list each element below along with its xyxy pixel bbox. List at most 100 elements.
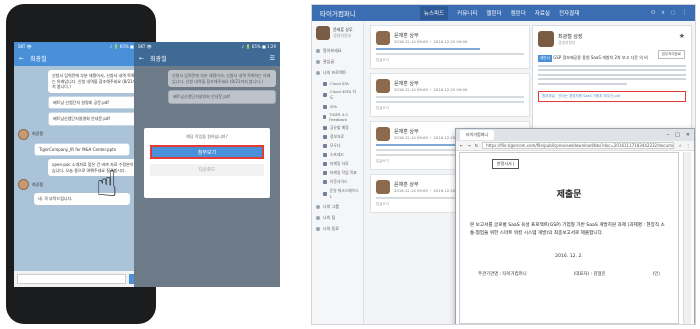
project-item[interactable]: SFA	[323, 104, 359, 109]
file-message[interactable]: 베트남 신앱단지 설명회 공문.pdf	[48, 95, 144, 109]
project-item[interactable]: 스프레드	[323, 152, 359, 158]
nav-item[interactable]: 전자결재	[559, 9, 579, 17]
reload-icon[interactable]: ↻	[475, 143, 478, 148]
chat-title: 최광철	[30, 55, 47, 63]
project-item[interactable]: 운영 워크스페이스 1	[323, 188, 359, 199]
folder-icon	[323, 153, 327, 157]
profile-block[interactable]: 윤재훈 상무 경영지원부	[316, 26, 359, 40]
url-field[interactable]: https://file.tigercom.com/file/publicpre…	[482, 142, 675, 149]
back-arrow-icon[interactable]: ←	[139, 55, 144, 62]
sign-right: (대표자) : 김형진	[573, 272, 606, 277]
text-line	[538, 78, 686, 80]
sidebar-item[interactable]: 관심글	[316, 59, 359, 65]
feed-post[interactable]: 윤재훈 상무 2016.12.14 09:00 ~ 2016.12.20 09:…	[370, 25, 530, 69]
scrollbar[interactable]	[683, 152, 691, 324]
project-label: TIGER 4.0 Feedback	[329, 112, 348, 122]
top-navigation: 타이거컴퍼니 뉴스피드 커뮤니티 캘린더 캠린더 자료실 전자결재 ⚇ ⌕ ◌ …	[312, 5, 695, 21]
folder-icon	[323, 104, 327, 109]
project-item[interactable]: Cloud 4SFA 지도	[323, 89, 359, 101]
folder-icon	[323, 126, 327, 130]
folder-icon	[323, 144, 327, 148]
browser-tab[interactable]: 타이거컴퍼니	[460, 130, 495, 140]
maximize-icon[interactable]: □	[675, 132, 680, 138]
dot-icon	[316, 60, 320, 64]
avatar	[376, 180, 390, 194]
panel-author: 최광철 상장	[558, 33, 583, 40]
sender-name: 최광철	[32, 131, 44, 136]
attachment-link[interactable]: 첨부파일 · 관리는 경영지원 SaaS 가중치 최우선.pdf	[538, 90, 686, 102]
back-arrow-icon[interactable]: ←	[460, 143, 463, 148]
project-label: 모두다	[330, 143, 341, 148]
more-icon[interactable]: ⋮	[682, 10, 688, 17]
doc-date: 2016. 12. 2.	[555, 254, 583, 259]
dot-icon	[316, 205, 320, 209]
menu-icon[interactable]: ⋮	[686, 143, 690, 148]
chat-header: ← 최광철 ☰	[14, 50, 148, 66]
project-item[interactable]: TIGER 4.0 Feedback	[323, 112, 359, 122]
sidebar-item-label: 관심글	[323, 59, 335, 64]
panel-title: GSP 정보제공용 용원 SaaS 개발처 2차 보고 다운 의 비	[553, 55, 648, 60]
reply-link[interactable]: 답글쓰기	[376, 58, 524, 63]
project-item[interactable]: Cloud SFA	[323, 81, 359, 86]
project-item[interactable]: 공유할 예정	[323, 125, 359, 131]
org-chart-icon[interactable]: ⚇	[651, 10, 656, 17]
message-input[interactable]	[17, 274, 126, 284]
chat-message: 신청서 입력란에 부분 채웠어서, 신청서 내역 목록하는 아래입니다. 신청 …	[168, 70, 276, 87]
feed-post[interactable]: 윤재훈 상무 2016.12.14 09:00 ~ 2016.12.20 09:…	[370, 73, 530, 117]
sidebar-item[interactable]: 알아보세요	[316, 48, 359, 54]
doc-tag: 판정사서 |	[492, 159, 520, 169]
nav-item[interactable]: 자료실	[535, 9, 550, 17]
post-line	[376, 96, 524, 98]
nav-item[interactable]: 커뮤니티	[457, 9, 477, 17]
search-icon[interactable]: ⌕	[662, 10, 665, 17]
sidebar-item[interactable]: 나의 팀	[316, 215, 359, 221]
post-author: 윤재훈 상무	[394, 81, 419, 87]
file-message[interactable]: 베트남신앱단지설명회 안내문.pdf	[48, 112, 144, 126]
dot-icon	[316, 71, 320, 75]
post-meta: 2016.12.14 09:00 ~ 2016.12.20 09:00	[394, 87, 468, 92]
project-item[interactable]: 모두다	[323, 143, 359, 149]
star-icon[interactable]: ★	[679, 32, 685, 40]
chat-icon[interactable]: ◌	[671, 10, 676, 17]
brand-logo[interactable]: 타이거컴퍼니	[320, 8, 356, 18]
input-bar: 전송	[14, 271, 148, 287]
back-arrow-icon[interactable]: ←	[19, 55, 24, 62]
sender-row: 최광철	[18, 179, 144, 190]
post-line	[376, 101, 524, 103]
download-button[interactable]: 다운로드	[150, 164, 264, 176]
sender-row: 최광철	[18, 128, 144, 140]
doc-body: 본 보고서를 글로벌 SaaS 육성 프로젝트(GSP) 기업형 가반 SaaS…	[470, 223, 665, 236]
nav-item-newsfeed[interactable]: 뉴스피드	[419, 6, 449, 20]
project-label: 운영 워크스페이스 1	[329, 188, 359, 199]
post-meta: 2016.12.14 09:00 ~ 2016.12.20 09:00	[394, 39, 468, 44]
close-icon[interactable]: ✕	[686, 132, 690, 138]
post-line	[376, 53, 524, 55]
complete-task-button[interactable]: 업무처리완료	[657, 50, 685, 59]
project-item[interactable]: 마케팅 작업 목표	[323, 170, 359, 176]
sidebar-item-label: 나의 프로젝트	[323, 70, 347, 75]
text-line	[538, 82, 627, 85]
text-line	[538, 64, 686, 67]
hamburger-icon[interactable]: ☰	[270, 55, 275, 62]
reply-link[interactable]: 답글쓰기	[376, 106, 524, 111]
panel-dept: 경영지원부	[558, 39, 576, 45]
project-label: 마케팅 작업 목표	[330, 170, 357, 175]
project-item[interactable]: 아웃사이드	[323, 179, 359, 185]
nav-item[interactable]: 캠린더	[511, 9, 526, 17]
nav-item[interactable]: 캘린더	[486, 9, 501, 17]
view-attachment-button[interactable]: 첨부보기	[150, 145, 264, 159]
category-badge: 제안서	[538, 55, 552, 62]
folder-icon	[323, 135, 327, 139]
file-message-pptx[interactable]: TigerCompany_IR for M&A Center.pptx	[34, 142, 130, 156]
sidebar-item[interactable]: 나의 그룹	[316, 204, 359, 210]
sidebar-item[interactable]: 나의 프로젝트	[316, 70, 359, 76]
project-item[interactable]: 정보자료	[323, 134, 359, 140]
sidebar-item[interactable]: 나의 동료	[316, 226, 359, 232]
chat-title: 최광철	[150, 55, 167, 63]
forward-arrow-icon[interactable]: →	[467, 143, 470, 148]
avatar	[316, 26, 330, 40]
browser-window: 타이거컴퍼니 – □ ✕ ← → ↻ https://file.tigercom…	[455, 128, 695, 324]
minimize-icon[interactable]: –	[667, 132, 670, 138]
star-icon[interactable]: ☆	[678, 143, 682, 148]
project-item[interactable]: 마케팅 자료	[323, 161, 359, 167]
